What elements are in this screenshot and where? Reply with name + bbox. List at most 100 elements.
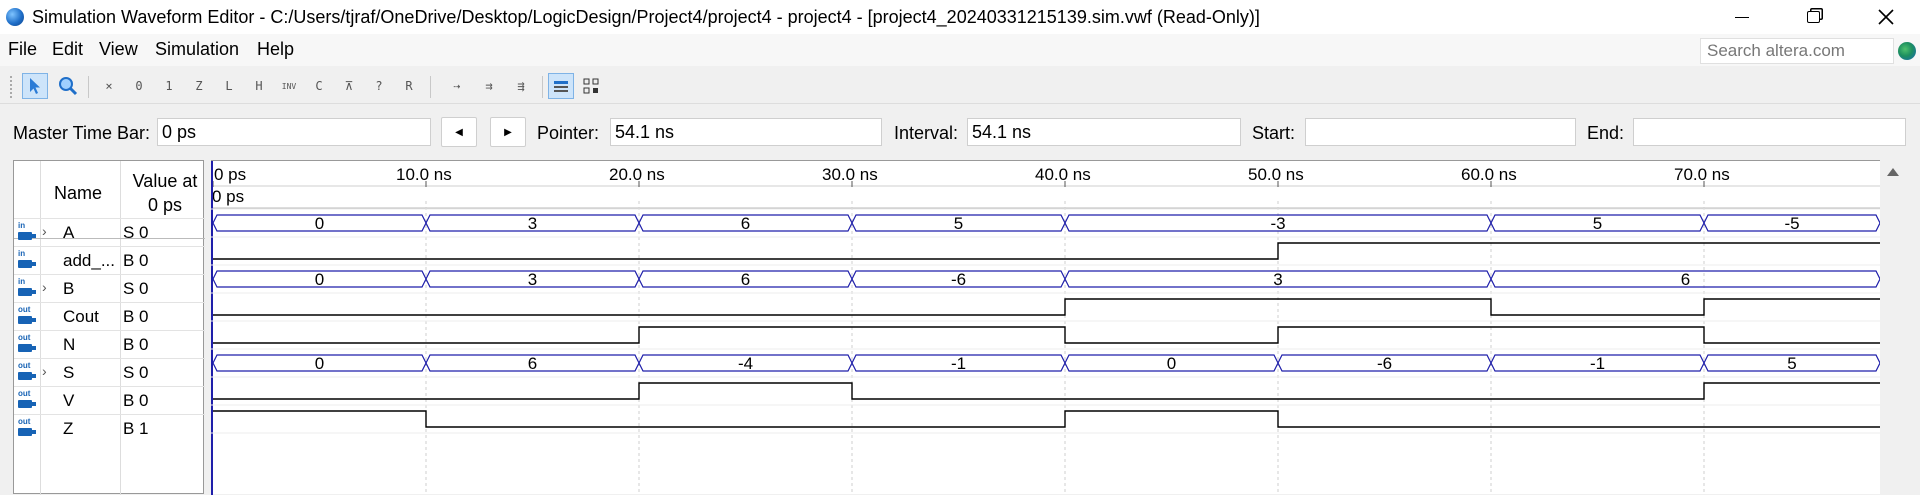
bus-value-label: 6 — [1681, 270, 1690, 289]
value-column-header: Value at 0 ps — [132, 171, 198, 215]
menu-edit[interactable]: Edit — [52, 39, 83, 60]
bus-value-label: -6 — [951, 270, 966, 289]
signal-name: Z — [63, 419, 74, 438]
maximize-button[interactable] — [1783, 0, 1843, 34]
bus-value-label: -4 — [738, 354, 753, 373]
signal-row[interactable]: out Z B 1 — [14, 414, 205, 442]
bus-value-label: -1 — [951, 354, 966, 373]
bus-value-label: 5 — [954, 214, 963, 233]
menu-help[interactable]: Help — [257, 39, 294, 60]
selection-tool-button[interactable] — [22, 73, 48, 99]
zoom-tool-icon — [59, 77, 78, 96]
arbitrary-value-icon: R — [405, 79, 413, 93]
bit-waveform — [213, 410, 1880, 428]
signal-row[interactable]: out › S S 0 — [14, 358, 205, 386]
bus-value-label: 0 — [315, 214, 324, 233]
scroll-up-icon[interactable] — [1887, 168, 1899, 176]
bus-value-label: 6 — [528, 354, 537, 373]
weak-high-button[interactable]: H — [246, 73, 272, 99]
signal-name: Cout — [63, 307, 99, 326]
minimize-button[interactable] — [1712, 0, 1772, 34]
bus-value-label: -1 — [1590, 354, 1605, 373]
signal-row[interactable]: out N B 0 — [14, 330, 205, 358]
next-transition-button[interactable]: ▶ — [490, 117, 526, 147]
count-value-icon: C — [315, 79, 323, 93]
output-pin-icon: out — [18, 305, 36, 326]
weak-low-button[interactable]: L — [216, 73, 242, 99]
menu-simulation[interactable]: Simulation — [155, 39, 239, 60]
weak-high-icon: H — [255, 79, 263, 93]
bit-waveform — [213, 242, 1880, 260]
input-pin-icon: in — [18, 249, 36, 270]
random-values-button[interactable]: ? — [366, 73, 392, 99]
invert-button[interactable]: INV — [276, 73, 302, 99]
end-field — [1633, 118, 1906, 146]
ruler-tick-label: 50.0 ns — [1248, 165, 1304, 184]
restore-icon — [1806, 11, 1820, 23]
forcing-unknown-button[interactable]: ⨯ — [96, 73, 122, 99]
start-label: Start: — [1252, 123, 1296, 143]
forcing-high-button[interactable]: 1 — [156, 73, 182, 99]
random-values-icon: ? — [375, 79, 383, 93]
signal-row[interactable]: in › B S 0 — [14, 274, 205, 302]
output-pin-icon: out — [18, 389, 36, 410]
signal-value: S 0 — [123, 363, 149, 382]
signal-value: B 0 — [123, 391, 149, 410]
signal-list: Name Value at 0 ps in › A S 0 in add_... B 0 in… — [13, 160, 205, 495]
functional-simulation-button[interactable]: ⇉ — [476, 73, 502, 99]
signal-name: add_... — [63, 251, 115, 270]
start-field — [1305, 118, 1576, 146]
count-value-button[interactable]: C — [306, 73, 332, 99]
ruler-tick-label: 70.0 ns — [1674, 165, 1730, 184]
forcing-unknown-icon: ⨯ — [105, 79, 113, 93]
signal-value: B 0 — [123, 335, 149, 354]
netlist-viewer-button[interactable] — [578, 73, 604, 99]
bus-value-label: 6 — [741, 214, 750, 233]
clock-button[interactable]: ⊼ — [336, 73, 362, 99]
zoom-tool-button[interactable] — [55, 73, 81, 99]
expand-chevron-icon[interactable]: › — [42, 363, 47, 379]
waveform-panel[interactable]: 0 ps 10.0 ns 20.0 ns 30.0 ns 40.0 ns 50.0 ns 6… — [211, 160, 1905, 495]
snap-to-grid-button[interactable]: ⇢ — [444, 73, 470, 99]
functional-simulation-icon: ⇉ — [485, 79, 493, 93]
signal-name: B — [63, 279, 75, 298]
globe-icon[interactable] — [1898, 42, 1916, 60]
high-impedance-button[interactable]: Z — [186, 73, 212, 99]
menu-view[interactable]: View — [99, 39, 138, 60]
toolbar-grip[interactable] — [10, 76, 13, 98]
waveform-grid-icon — [554, 81, 568, 92]
signal-name: S — [63, 363, 75, 382]
ruler-tick-label: 60.0 ns — [1461, 165, 1517, 184]
signal-row[interactable]: in › A S 0 — [14, 218, 205, 246]
ruler-tick-label: 30.0 ns — [822, 165, 878, 184]
app-icon — [6, 8, 24, 26]
expand-chevron-icon[interactable]: › — [42, 279, 47, 295]
waveform-grid-button[interactable] — [548, 73, 574, 99]
forcing-low-button[interactable]: 0 — [126, 73, 152, 99]
menu-file[interactable]: File — [8, 39, 37, 60]
master-time-bar-field[interactable]: 0 ps — [157, 118, 431, 146]
close-button[interactable] — [1856, 0, 1916, 34]
expand-chevron-icon[interactable]: › — [42, 223, 47, 239]
signal-name: V — [63, 391, 75, 410]
pointer-field: 54.1 ns — [610, 118, 882, 146]
signal-row[interactable]: in add_... B 0 — [14, 246, 205, 274]
previous-transition-button[interactable]: ◀ — [441, 117, 477, 147]
signal-value: B 0 — [123, 251, 149, 270]
pointer-label: Pointer: — [537, 123, 600, 143]
signal-row[interactable]: out V B 0 — [14, 386, 205, 414]
netlist-viewer-icon — [583, 78, 599, 94]
output-pin-icon: out — [18, 361, 36, 382]
bus-value-label: -6 — [1377, 354, 1392, 373]
invert-icon: INV — [281, 81, 297, 91]
timing-simulation-button[interactable]: ⇶ — [508, 73, 534, 99]
vertical-scrollbar[interactable] — [1880, 160, 1905, 494]
forcing-high-icon: 1 — [165, 79, 173, 93]
signal-row[interactable]: out Cout B 0 — [14, 302, 205, 330]
ruler-tick-label: 20.0 ns — [609, 165, 665, 184]
close-icon — [1878, 9, 1894, 25]
arbitrary-value-button[interactable]: R — [396, 73, 422, 99]
search-input[interactable]: Search altera.com — [1700, 38, 1894, 64]
triangle-left-icon: ◀ — [455, 126, 463, 138]
waveform-canvas[interactable]: 0 ps 10.0 ns 20.0 ns 30.0 ns 40.0 ns 50.0 ns 6… — [211, 161, 1880, 495]
